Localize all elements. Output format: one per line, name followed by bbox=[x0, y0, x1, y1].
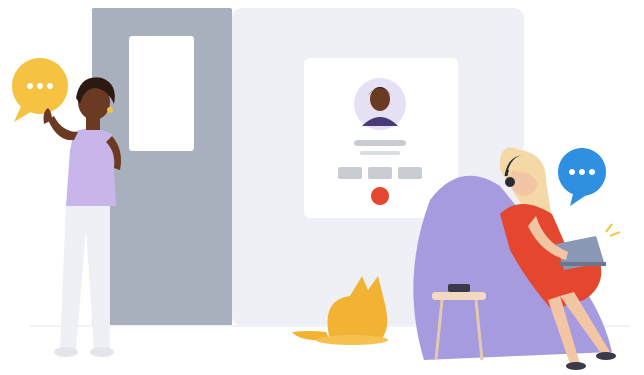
speech-bubble-right bbox=[558, 148, 606, 206]
caller-name-line bbox=[354, 140, 406, 146]
speech-bubble-left bbox=[12, 58, 68, 122]
door-window bbox=[129, 36, 194, 151]
caller-status-line bbox=[360, 151, 400, 155]
end-call-button[interactable] bbox=[371, 187, 389, 205]
video-button[interactable] bbox=[368, 167, 392, 179]
sparkle bbox=[605, 223, 621, 237]
mute-button[interactable] bbox=[338, 167, 362, 179]
remote-call-illustration bbox=[12, 8, 630, 370]
share-button[interactable] bbox=[398, 167, 422, 179]
